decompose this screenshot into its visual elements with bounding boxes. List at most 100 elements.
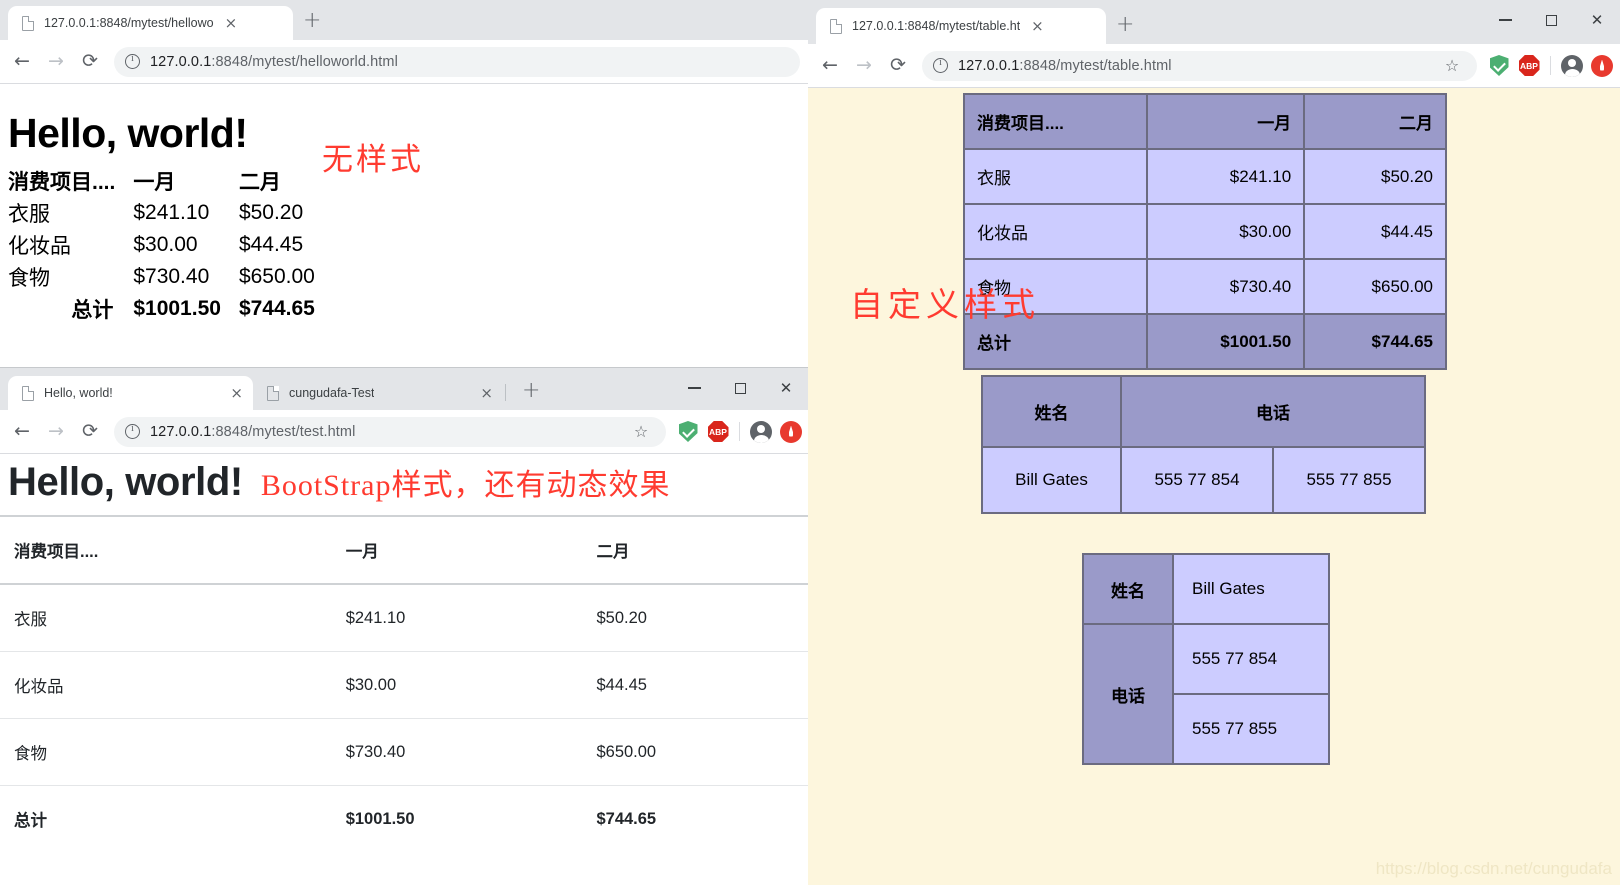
col-header-item: 消费项目.... (962, 93, 1149, 150)
reload-button[interactable]: ⟳ (74, 416, 106, 448)
red-circle-extension-icon[interactable] (1588, 54, 1616, 77)
cell-feb: $50.20 (582, 583, 809, 652)
cell-total-jan: $1001.50 (133, 297, 221, 320)
address-bar[interactable]: 127.0.0.1:8848/mytest/test.html ☆ (114, 416, 666, 447)
page-title: Hello, world! (8, 460, 243, 504)
close-window-button[interactable]: ✕ (1574, 4, 1620, 36)
tab-strip: 127.0.0.1:8848/mytest/table.ht × + ✕ (808, 0, 1620, 44)
profile-avatar-icon[interactable] (747, 420, 775, 443)
table-row: 化妆品 $30.00 $44.45 (0, 651, 809, 719)
expense-table-custom: 消费项目.... 一月 二月 衣服 $241.10 $50.20 化妆品 $30… (962, 93, 1447, 370)
page-icon (828, 18, 843, 34)
minimize-button[interactable] (671, 372, 717, 404)
cell-jan: $30.00 (1146, 203, 1306, 260)
profile-avatar-icon[interactable] (1558, 54, 1586, 77)
cell-phone-1: 555 77 854 (1120, 446, 1274, 514)
col-header-item: 消费项目.... (0, 515, 332, 585)
tab-table-html[interactable]: 127.0.0.1:8848/mytest/table.ht × (816, 8, 1106, 44)
table-row: 衣服 $241.10 $50.20 (8, 197, 321, 229)
close-icon[interactable]: × (1029, 18, 1046, 34)
table-header-row: 消费项目.... 一月 二月 (962, 93, 1447, 150)
forward-button[interactable]: → (848, 50, 880, 82)
adblock-plus-icon[interactable]: ABP (704, 421, 732, 442)
adguard-shield-icon[interactable] (1485, 55, 1513, 76)
red-circle-extension-icon[interactable] (777, 420, 805, 443)
site-info-icon[interactable] (125, 423, 140, 439)
row-header-phone: 电话 (1082, 623, 1174, 765)
bookmark-star-icon[interactable]: ☆ (628, 422, 654, 441)
browser-window-custom: 127.0.0.1:8848/mytest/table.ht × + ✕ ← →… (808, 0, 1620, 885)
table-head: 消费项目.... 一月 二月 (8, 165, 321, 197)
table-head: 消费项目.... 一月 二月 (0, 515, 809, 585)
adblock-plus-icon[interactable]: ABP (1515, 55, 1543, 76)
cell-total-label: 总计 (71, 299, 114, 322)
back-button[interactable]: ← (6, 416, 38, 448)
table-row: 化妆品 $30.00 $44.45 (962, 203, 1447, 260)
back-button[interactable]: ← (6, 46, 38, 78)
toolbar-divider (739, 422, 740, 441)
new-tab-button[interactable]: + (1106, 14, 1144, 44)
adguard-shield-icon[interactable] (674, 421, 702, 442)
bookmark-star-icon[interactable]: ☆ (1439, 56, 1465, 75)
maximize-button[interactable] (717, 372, 763, 404)
reload-button[interactable]: ⟳ (74, 46, 106, 78)
col-header-jan: 一月 (331, 515, 583, 585)
close-icon[interactable]: × (223, 15, 240, 31)
page-content-custom: 消费项目.... 一月 二月 衣服 $241.10 $50.20 化妆品 $30… (808, 88, 1620, 885)
cell-feb: $650.00 (1303, 258, 1447, 315)
site-info-icon[interactable] (125, 53, 140, 69)
site-info-icon[interactable] (933, 57, 948, 73)
address-bar[interactable]: 127.0.0.1:8848/mytest/helloworld.html (114, 46, 800, 77)
cell-jan: $730.40 (331, 718, 583, 786)
close-icon[interactable]: × (478, 385, 495, 401)
cell-name: Bill Gates (981, 446, 1122, 514)
close-window-button[interactable]: ✕ (763, 372, 809, 404)
back-button[interactable]: ← (814, 50, 846, 82)
table-row-total: 总计 $1001.50 $744.65 (0, 785, 809, 852)
cell-feb: $44.45 (1303, 203, 1447, 260)
cell-total-jan: $1001.50 (331, 785, 583, 852)
screen: 127.0.0.1:8848/mytest/hellowo × + ← → ⟳ … (0, 0, 1620, 885)
maximize-button[interactable] (1528, 4, 1574, 36)
close-icon[interactable]: × (228, 385, 245, 401)
cell-total-feb: $744.65 (1303, 313, 1447, 370)
expense-table-bootstrap: 消费项目.... 一月 二月 衣服 $241.10 $50.20 化妆品 $30… (0, 515, 809, 852)
row-header-name: 姓名 (1082, 553, 1174, 625)
table-row: 衣服 $241.10 $50.20 (962, 148, 1447, 205)
browser-window-plain: 127.0.0.1:8848/mytest/hellowo × + ← → ⟳ … (0, 0, 810, 367)
address-bar[interactable]: 127.0.0.1:8848/mytest/table.html ☆ (922, 50, 1477, 81)
toolbar: ← → ⟳ 127.0.0.1:8848/mytest/helloworld.h… (0, 40, 810, 84)
tab-helloworld[interactable]: 127.0.0.1:8848/mytest/hellowo × (8, 6, 293, 40)
cell-phone-2: 555 77 855 (1272, 446, 1426, 514)
cell-item: 食物 (8, 267, 50, 290)
cell-total-feb: $744.65 (582, 785, 809, 852)
url-host: 127.0.0.1 (958, 57, 1020, 74)
url-host: 127.0.0.1 (150, 423, 212, 440)
cell-jan: $30.00 (133, 233, 198, 256)
new-tab-button[interactable]: + (293, 10, 331, 40)
new-tab-button[interactable]: + (512, 380, 550, 410)
cell-item: 化妆品 (962, 203, 1149, 260)
toolbar: ← → ⟳ 127.0.0.1:8848/mytest/table.html ☆… (808, 44, 1620, 88)
tab-hello-world[interactable]: Hello, world! × (8, 376, 253, 410)
expense-table-plain: 消费项目.... 一月 二月 衣服 $241.10 $50.20 化妆品 $30… (8, 165, 321, 325)
table-row: 姓名 Bill Gates (1082, 553, 1330, 625)
table-head: 消费项目.... 一月 二月 (962, 93, 1447, 150)
cell-item: 衣服 (8, 203, 50, 226)
forward-button[interactable]: → (40, 46, 72, 78)
cell-item: 衣服 (962, 148, 1149, 205)
contact-table-colspan: 姓名 电话 Bill Gates 555 77 854 555 77 855 (981, 375, 1426, 514)
window-controls: ✕ (671, 368, 809, 408)
cell-item: 化妆品 (0, 651, 332, 719)
col-header-name: 姓名 (981, 375, 1122, 448)
cell-feb: $50.20 (1303, 148, 1447, 205)
table-body: Bill Gates 555 77 854 555 77 855 (981, 446, 1426, 514)
cell-jan: $730.40 (133, 265, 210, 288)
tab-cungudafa-test[interactable]: cungudafa-Test × (253, 376, 503, 410)
minimize-button[interactable] (1482, 4, 1528, 36)
cell-total-feb: $744.65 (238, 297, 315, 320)
reload-button[interactable]: ⟳ (882, 50, 914, 82)
cell-feb: $650.00 (238, 265, 315, 288)
col-header-item: 消费项目.... (8, 171, 116, 194)
forward-button[interactable]: → (40, 416, 72, 448)
